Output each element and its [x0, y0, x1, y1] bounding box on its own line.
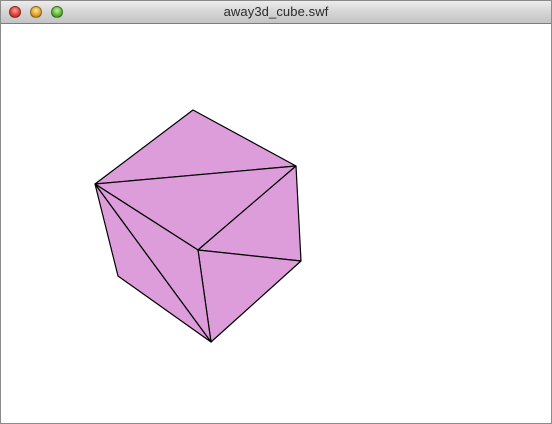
cube-canvas — [94, 109, 302, 343]
cube — [94, 109, 302, 343]
flash-stage[interactable] — [1, 24, 551, 423]
window-title: away3d_cube.swf — [223, 4, 329, 19]
app-window: away3d_cube.swf — [0, 0, 552, 424]
cube-face-triangle — [197, 249, 302, 343]
title-bar[interactable]: away3d_cube.swf — [1, 1, 551, 24]
